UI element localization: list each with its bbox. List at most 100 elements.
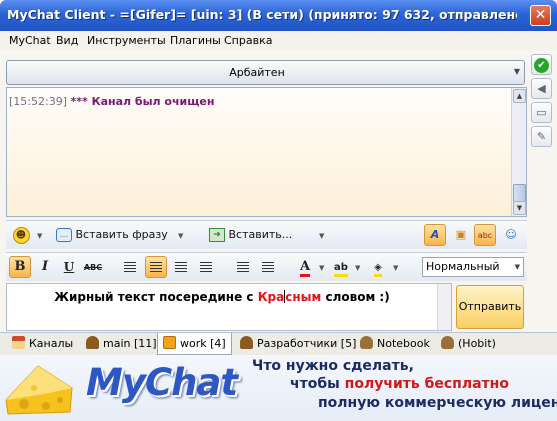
banner-line-3: полную коммерческую лицензию (318, 395, 557, 411)
bold-button[interactable]: B (9, 256, 31, 278)
pin-button[interactable]: ✎ (531, 126, 552, 147)
font-settings-button[interactable]: A (424, 224, 446, 246)
status-online-button[interactable]: ✔ (531, 54, 552, 75)
scroll-down-icon[interactable]: ▼ (513, 201, 526, 215)
user-icon (360, 336, 373, 349)
sound-button[interactable]: ◀ (531, 78, 552, 99)
chat-scrollbar[interactable]: ▲ ▼ (511, 88, 526, 216)
chevron-down-icon[interactable]: ▼ (37, 232, 42, 240)
send-button[interactable]: Отправить (456, 285, 524, 329)
strikethrough-button[interactable]: ABC (82, 256, 104, 278)
users-button[interactable]: ☺ (500, 224, 522, 246)
window-button[interactable]: ▭ (531, 102, 552, 123)
insert-phrase-button[interactable]: … Вставить фразу (56, 224, 168, 246)
font-aa-icon: A (430, 228, 440, 241)
message-text: *** Канал был очищен (70, 95, 215, 108)
speaker-icon: ◀ (537, 82, 546, 95)
menu-item-plugins[interactable]: Плагины (170, 34, 221, 47)
channel-selector[interactable]: Арбайтен ▼ (6, 60, 525, 85)
input-text-red: Кра (257, 290, 285, 304)
tab-label: Каналы (29, 337, 74, 350)
insert-button[interactable]: ➜ Вставить... (209, 224, 292, 246)
menu-item-tools[interactable]: Инструменты (87, 34, 166, 47)
bold-icon: B (14, 259, 26, 274)
smiley-icon: ☻ (12, 227, 30, 244)
tab-notebook[interactable]: Notebook (360, 335, 430, 355)
cheese-logo-icon (5, 365, 73, 415)
tab-channels[interactable]: Каналы (12, 335, 73, 355)
background-color-button[interactable]: ◈ (367, 256, 389, 278)
strikethrough-icon: ABC (83, 263, 103, 272)
message-time: [15:52:39] (9, 95, 67, 108)
outdent-icon (237, 261, 249, 273)
tab-hobit[interactable]: (Hobit) (441, 335, 496, 355)
message-input[interactable]: Жирный текст посередине с Красным словом… (6, 283, 452, 331)
side-panel: ✔ ◀ ▭ ✎ (529, 51, 554, 151)
text-style-value: Нормальный (426, 260, 500, 273)
chevron-down-icon[interactable]: ▼ (393, 264, 398, 272)
italic-icon: I (41, 259, 49, 274)
chevron-down-icon[interactable]: ▼ (319, 232, 324, 240)
font-color-button[interactable]: A (294, 256, 316, 278)
group-icon (86, 336, 99, 349)
chevron-down-icon[interactable]: ▼ (514, 67, 520, 76)
banner-line-2-text: чтобы (290, 376, 345, 392)
window-icon: ▭ (536, 106, 547, 119)
mychat-logo: MyChat (86, 361, 238, 404)
close-button[interactable]: ✕ (530, 5, 551, 26)
spellcheck-icon: abc (477, 231, 493, 240)
tab-strip: Каналы main [11] work [4] Разработчики [… (0, 332, 557, 355)
chevron-down-icon: ▼ (514, 263, 520, 271)
insert-icon: ➜ (209, 228, 225, 242)
align-justify-icon (200, 261, 212, 273)
font-color-icon: A (299, 260, 311, 277)
users-icon: ☺ (505, 228, 517, 241)
tab-main[interactable]: main [11] (86, 335, 157, 355)
banner-line-2: чтобы получить бесплатно (290, 376, 509, 392)
ad-banner[interactable]: MyChat Что нужно сделать, чтобы получить… (0, 355, 557, 421)
underline-icon: U (63, 260, 75, 274)
spellcheck-button[interactable]: abc (474, 224, 496, 246)
align-right-icon (175, 261, 187, 273)
text-style-select[interactable]: Нормальный ▼ (422, 257, 524, 277)
align-center-button[interactable] (145, 256, 167, 278)
underline-button[interactable]: U (58, 256, 80, 278)
pin-icon: ✎ (536, 130, 547, 143)
scroll-up-icon[interactable]: ▲ (513, 89, 526, 103)
align-left-icon (124, 261, 136, 273)
tab-label: (Hobit) (458, 337, 496, 350)
chevron-down-icon[interactable]: ▼ (355, 264, 360, 272)
menu-item-mychat[interactable]: MyChat (9, 34, 51, 47)
menu-item-view[interactable]: Вид (56, 34, 78, 47)
menu-item-help[interactable]: Справка (224, 34, 272, 47)
group-icon (240, 336, 253, 349)
toolbar-insert: ☻ ▼ … Вставить фразу ▼ ➜ Вставить... ▼ A… (6, 220, 527, 249)
indent-icon (262, 261, 274, 273)
highlighter-icon: ab (334, 262, 348, 277)
align-justify-button[interactable] (195, 256, 217, 278)
align-left-button[interactable] (119, 256, 141, 278)
toolbar-format: B I U ABC A ▼ ab ▼ ◈ ▼ Нормальный ▼ (6, 252, 527, 281)
tab-work[interactable]: work [4] (157, 333, 232, 355)
indent-button[interactable] (257, 256, 279, 278)
input-text-plain: Жирный текст посередине с (54, 290, 258, 304)
chat-message: [15:52:39] *** Канал был очищен (9, 95, 214, 108)
chevron-down-icon[interactable]: ▼ (319, 264, 324, 272)
clipboard-button[interactable]: ▣ (450, 224, 472, 246)
chat-log[interactable]: [15:52:39] *** Канал был очищен ▲ ▼ (6, 87, 527, 217)
smiley-button[interactable]: ☻ (10, 224, 32, 246)
align-right-button[interactable] (170, 256, 192, 278)
scroll-thumb[interactable] (513, 184, 526, 202)
italic-button[interactable]: I (34, 256, 56, 278)
lock-icon (163, 336, 176, 349)
banner-line-2-highlight: получить бесплатно (344, 376, 509, 392)
chevron-down-icon[interactable]: ▼ (178, 232, 183, 240)
outdent-button[interactable] (232, 256, 254, 278)
title-bar[interactable]: MyChat Client - =[Gifer]= [uin: 3] (В се… (0, 0, 557, 31)
highlight-color-button[interactable]: ab (330, 256, 352, 278)
align-center-icon (150, 261, 162, 273)
tab-developers[interactable]: Разработчики [5] (240, 335, 356, 355)
window-title: MyChat Client - =[Gifer]= [uin: 3] (В се… (7, 7, 517, 22)
input-scrollbar[interactable] (437, 284, 451, 330)
input-text-plain: словом :) (321, 290, 390, 304)
